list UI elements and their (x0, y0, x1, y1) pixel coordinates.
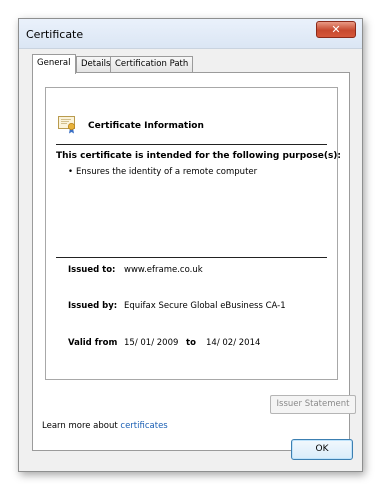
valid-from-value: 15/ 01/ 2009 (124, 338, 179, 348)
certificate-dialog: Certificate ✕ General Details Certificat… (18, 18, 363, 472)
purpose-item: • Ensures the identity of a remote comput… (68, 167, 257, 177)
valid-to-label: to (186, 338, 196, 348)
learn-more-text: Learn more about (42, 421, 121, 431)
tab-certification-path[interactable]: Certification Path (110, 56, 194, 73)
certificates-link[interactable]: certificates (120, 421, 167, 431)
valid-to-value: 14/ 02/ 2014 (206, 338, 261, 348)
issued-by-value: Equifax Secure Global eBusiness CA-1 (124, 301, 286, 311)
certificate-icon (58, 116, 76, 134)
tab-general[interactable]: General (32, 54, 76, 74)
issued-to-label: Issued to: (68, 265, 116, 275)
title-bar[interactable]: Certificate ✕ (19, 19, 362, 49)
purpose-text: Ensures the identity of a remote compute… (76, 167, 258, 177)
divider (56, 257, 327, 258)
issuer-statement-button[interactable]: Issuer Statement (270, 395, 356, 414)
bullet-icon: • (68, 167, 74, 177)
info-title: Certificate Information (88, 121, 204, 131)
issued-to-value: www.eframe.co.uk (124, 265, 203, 275)
learn-more: Learn more about certificates (42, 421, 168, 431)
divider (56, 144, 327, 145)
ok-button[interactable]: OK (291, 439, 353, 460)
window-title: Certificate (26, 28, 84, 41)
purpose-heading: This certificate is intended for the fol… (56, 151, 342, 161)
issued-by-label: Issued by: (68, 301, 118, 311)
close-icon: ✕ (331, 23, 341, 36)
certificate-info-box: Certificate Information This certificate… (45, 87, 342, 380)
general-tab-panel: Certificate Information This certificate… (32, 72, 356, 451)
close-button[interactable]: ✕ (316, 21, 356, 38)
valid-from-label: Valid from (68, 338, 118, 348)
